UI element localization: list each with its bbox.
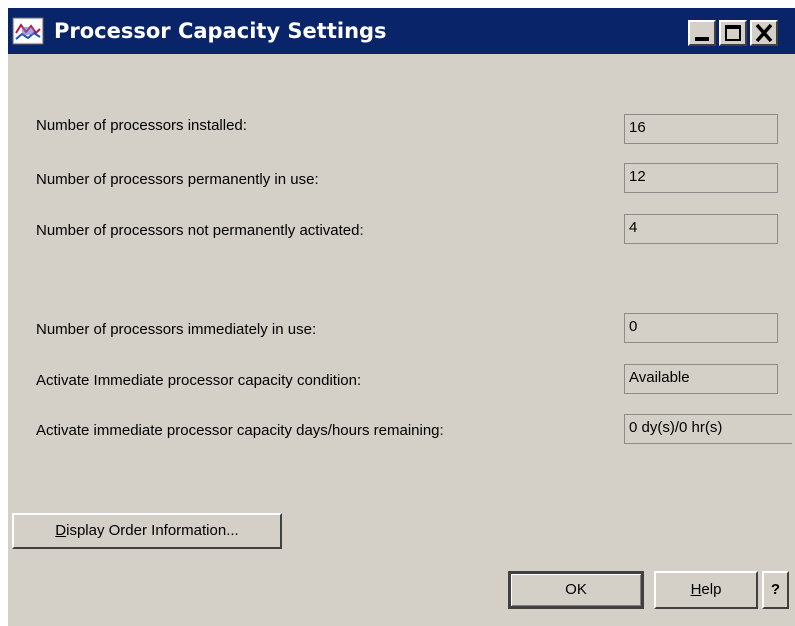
minimize-icon bbox=[695, 37, 709, 41]
processors-immediate-label: Number of processors immediately in use: bbox=[36, 321, 317, 338]
display-order-information-button[interactable]: Display Order Information... bbox=[12, 513, 282, 549]
capacity-remaining-label: Activate immediate processor capacity da… bbox=[36, 422, 444, 439]
minimize-button[interactable] bbox=[688, 20, 716, 46]
maximize-icon bbox=[725, 25, 741, 41]
capacity-remaining-field: 0 dy(s)/0 hr(s) bbox=[624, 414, 792, 444]
ok-label: OK bbox=[565, 581, 587, 598]
processors-permanent-label: Number of processors permanently in use: bbox=[36, 171, 319, 188]
display-order-label: isplay Order Information... bbox=[66, 522, 239, 539]
close-icon bbox=[755, 23, 773, 43]
help-mnemonic: H bbox=[690, 581, 702, 598]
help-label: elp bbox=[701, 581, 722, 598]
app-icon bbox=[12, 17, 44, 45]
display-order-mnemonic: D bbox=[55, 522, 67, 539]
question-icon: ? bbox=[770, 581, 781, 598]
capacity-condition-field: Available bbox=[624, 364, 778, 394]
context-help-button[interactable]: ? bbox=[762, 571, 789, 609]
processors-permanent-field: 12 bbox=[624, 163, 778, 193]
processors-installed-field: 16 bbox=[624, 114, 778, 144]
processor-capacity-window: Processor Capacity Settings Number of pr… bbox=[6, 6, 795, 626]
processors-not-activated-label: Number of processors not permanently act… bbox=[36, 222, 364, 239]
title-bar[interactable]: Processor Capacity Settings bbox=[8, 8, 795, 54]
processors-installed-label: Number of processors installed: bbox=[36, 117, 247, 134]
help-button[interactable]: Help bbox=[654, 571, 758, 609]
close-button[interactable] bbox=[750, 20, 778, 46]
processors-not-activated-field: 4 bbox=[624, 214, 778, 244]
ok-button[interactable]: OK bbox=[508, 571, 644, 609]
processors-immediate-field: 0 bbox=[624, 313, 778, 343]
window-title: Processor Capacity Settings bbox=[54, 19, 387, 43]
maximize-button[interactable] bbox=[719, 20, 747, 46]
capacity-condition-label: Activate Immediate processor capacity co… bbox=[36, 372, 362, 389]
